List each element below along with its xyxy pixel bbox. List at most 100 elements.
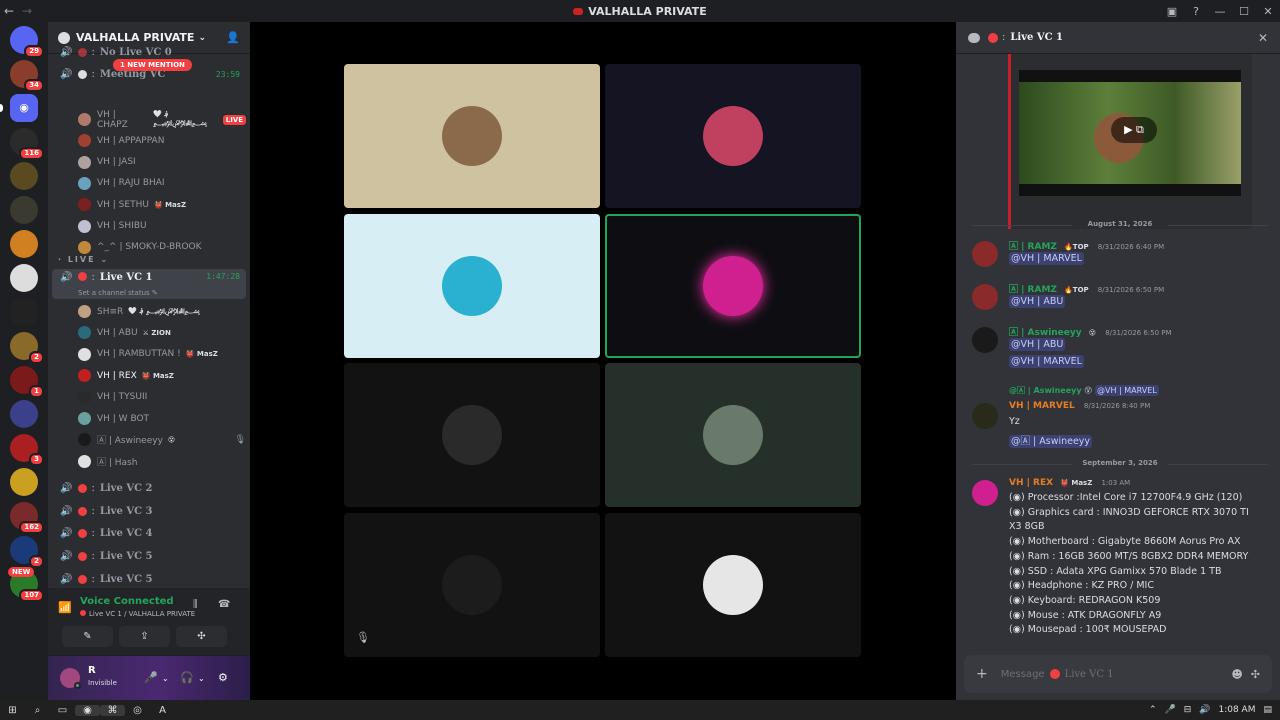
voice-user[interactable]: VH | SHIBU [78,217,246,236]
category-live[interactable]: · LIVE ⌄ [58,255,109,264]
server-icon[interactable]: 2 [10,536,44,568]
voice-user[interactable]: 🄰 | Aswineeyy 😵 🎙 [78,430,246,449]
emoji-icon[interactable]: ☻ [1231,668,1242,681]
voice-channel[interactable]: 🔊: Live VC 3 [52,501,246,522]
voice-user[interactable]: ^_^ | SMOKY-D-BROOK [78,238,246,257]
app-a-icon[interactable]: A [150,705,175,716]
tile-hash[interactable] [605,512,861,657]
voice-user[interactable]: VH | W BOT [78,409,246,428]
activities-button[interactable]: ✣ [176,626,227,647]
tile-couple[interactable] [344,363,600,507]
server-icon[interactable] [10,264,38,292]
avatar[interactable] [972,241,998,267]
server-icon[interactable] [10,468,38,496]
back-arrow-icon[interactable]: ← [0,4,18,18]
message-input[interactable]: Message Live VC 1 [1001,668,1114,680]
new-mention-pill[interactable]: 1 NEW MENTION [113,59,192,71]
server-icon[interactable]: 1 [10,366,44,398]
avatar[interactable] [972,480,998,506]
avatar[interactable] [972,327,998,353]
noise-suppression-icon[interactable]: ⫼ [193,599,198,610]
file-explorer-icon[interactable]: ▭ [50,705,75,716]
server-icon[interactable]: 3 [10,434,44,466]
forward-arrow-icon[interactable]: → [18,4,36,18]
voice-user[interactable]: VH | REX 👹 MasZ [78,366,246,385]
discord-taskbar-icon[interactable]: ◉ [75,704,100,716]
voice-channel[interactable]: 🔊: Live VC 4 [52,523,246,544]
clock[interactable]: 1:08 AM [1218,705,1255,715]
voice-user[interactable]: VH | JASI [78,153,246,172]
inbox-icon[interactable]: ▣ [1160,5,1184,18]
message-author[interactable]: 🄰 | RAMZ [1009,242,1057,252]
maximize-button[interactable]: ☐ [1232,5,1256,18]
tile-joker[interactable] [605,363,861,507]
help-icon[interactable]: ? [1184,5,1208,18]
voice-user[interactable]: VH | TYSUII [78,388,246,407]
signal-icon[interactable]: 📶 [58,601,72,614]
server-icon[interactable]: ◉ [0,94,38,122]
close-icon[interactable]: ✕ [1258,31,1268,45]
chevron-down-icon[interactable]: ⌄ [198,674,205,683]
volume-icon[interactable]: 🔊 [1199,705,1210,715]
username[interactable]: R [88,665,96,676]
user-mention[interactable]: @🄰 | Aswineeyy [1009,435,1093,448]
server-icon[interactable] [10,298,38,326]
voice-user[interactable]: SH≡R 🤍 ؋ ﷽ [78,302,246,321]
network-icon[interactable]: ⊟ [1184,705,1192,715]
microphone-icon[interactable]: 🎤 [144,671,158,684]
apps-icon[interactable]: ✣ [1251,668,1260,681]
start-icon[interactable]: ⊞ [0,705,25,716]
voice-channel[interactable]: 🔊: Live VC 2 [52,478,246,499]
voice-channel[interactable]: 🔊: Live VC 5 [52,569,246,590]
voice-channel[interactable]: 🔊: Live VC 5 [52,546,246,567]
server-icon[interactable] [10,162,38,190]
server-icon[interactable]: 34 [10,60,44,92]
server-icon[interactable] [10,230,38,258]
share-screen-button[interactable]: ⇪ [119,626,170,647]
voice-user[interactable]: VH | APPAPPAN [78,131,246,150]
tile-rex[interactable] [605,213,861,358]
tile-chapz[interactable] [344,64,600,208]
set-channel-status[interactable]: Set a channel status ✎ [78,289,158,297]
voice-connected-subtitle[interactable]: Live VC 1 / VALHALLA PRIVATE [80,610,195,618]
camera-off-button[interactable]: ✎ [62,626,113,647]
avatar[interactable] [972,403,998,429]
user-mention[interactable]: @VH | ABU [1009,295,1066,308]
voice-user[interactable]: VH | SETHU 👹 MasZ [78,195,246,214]
chevron-down-icon[interactable]: ⌄ [162,674,169,683]
message-author[interactable]: 🄰 | Aswineeyy [1009,328,1082,338]
message-author[interactable]: 🄰 | RAMZ [1009,285,1057,295]
server-icon[interactable]: 116 [10,128,44,160]
user-mention[interactable]: @VH | MARVEL [1009,355,1084,368]
server-icon[interactable] [10,400,38,428]
reply-preview[interactable]: @🄰 | Aswineeyy 😵 @VH | MARVEL [1009,385,1159,396]
close-window-button[interactable]: ✕ [1256,5,1280,18]
server-icon[interactable]: 2 [10,332,44,364]
notifications-icon[interactable]: ▤ [1263,705,1272,715]
voice-user[interactable]: VH | CHAPZ 🤍 ؋ ﷽ LIVE [78,110,246,130]
message-author[interactable]: VH | REX [1009,478,1053,488]
voice-user[interactable]: VH | ABU ⚔ ZION [78,323,246,342]
server-icon[interactable]: 162 [10,502,44,534]
voice-user[interactable]: VH | RAJU BHAI [78,174,246,193]
disconnect-icon[interactable]: ☎ [218,599,230,610]
voice-user[interactable]: 🄰 | Hash [78,452,246,471]
video-thumbnail[interactable]: ▶ ⧉ [1019,70,1241,196]
server-icon[interactable]: 29 [10,26,44,58]
settings-gear-icon[interactable]: ⚙ [218,671,228,684]
add-attachment-icon[interactable]: + [976,666,988,682]
minimize-button[interactable]: — [1208,5,1232,18]
user-mention[interactable]: @VH | MARVEL [1095,385,1159,396]
voice-user[interactable]: VH | RAMBUTTAN ! 👹 MasZ [78,345,246,364]
tile-anime[interactable] [344,213,600,358]
tile-fangs[interactable] [605,64,861,208]
avatar[interactable] [60,668,81,689]
tray-mic-icon[interactable]: 🎤 [1165,705,1176,715]
user-mention[interactable]: @VH | MARVEL [1009,252,1084,265]
avatar[interactable] [972,284,998,310]
headset-icon[interactable]: 🎧 [180,671,194,684]
user-mention[interactable]: @VH | ABU [1009,338,1066,351]
tile-dark[interactable] [344,512,600,657]
server-icon[interactable] [10,196,38,224]
app-taskbar-icon[interactable]: ⌘ [100,704,125,716]
